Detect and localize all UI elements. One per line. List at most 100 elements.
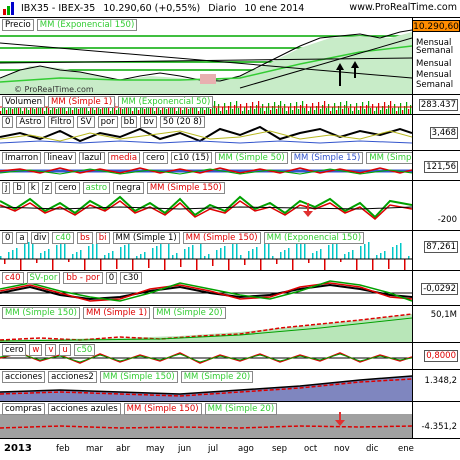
legend-item[interactable]: 50 (20 8) [159,116,205,128]
legend-item[interactable]: a [16,232,28,244]
histogram-bar [152,248,154,259]
legend-item[interactable]: w [29,344,43,356]
legend-item[interactable]: bv [140,116,157,128]
legend-item[interactable]: 0 [2,116,14,128]
legend-item[interactable]: MM (Simple 20) [204,403,278,415]
legend-item[interactable]: acciones2 [48,371,97,383]
legend-item[interactable]: Filtro [47,116,75,128]
legend-item[interactable]: MM (Simple 150) [123,403,202,415]
chart-header: IBX35 - IBEX-35 10.290,60 (+0,55%) Diari… [0,0,460,17]
legend-item[interactable]: k [27,182,39,194]
wvu-value: 0,8000 [424,350,458,362]
histogram-bar [116,259,118,269]
jbkz-panel[interactable]: j b k z cero astro negra MM (Simple 150) [0,180,412,230]
adiv-panel[interactable]: 0 a div c40 bs bi MM (Simple 1) MM (Simp… [0,230,412,270]
legend-item[interactable]: SV-por [26,272,61,284]
legend-volume[interactable]: Volumen [2,96,46,108]
legend-item[interactable]: div [30,232,50,244]
legend-item[interactable]: cero [2,344,27,356]
legend-ema50[interactable]: MM (Exponencial 50) [118,96,214,108]
legend-sma1[interactable]: MM (Simple 1) [48,96,116,108]
acciones-panel[interactable]: acciones acciones2 MM (Simple 150) MM (S… [0,369,412,401]
c40-panel[interactable]: c40 SV-por bb - por 0 c30 [0,270,412,305]
site-url[interactable]: www.ProRealTime.com [349,2,457,13]
histogram-bar [84,259,86,270]
legend-item[interactable]: MM (Simple 150) [2,307,80,319]
legend-item[interactable]: media [107,152,141,164]
adiv-value: 87,261 [424,241,458,253]
legend-item[interactable]: c50 [73,344,96,356]
legend-item[interactable]: 0 [105,272,118,284]
legend-item[interactable]: MM (Simple 50) [215,152,288,164]
axis-year: 2013 [4,443,32,454]
legend-price[interactable]: Precio [2,19,34,31]
histogram-bar [368,242,370,259]
legend-item[interactable]: cero [55,182,80,194]
volume-bar [266,107,268,114]
legend-item[interactable]: MM (Simple 15) [366,152,412,164]
compras-panel[interactable]: compras acciones azules MM (Simple 150) … [0,401,412,438]
mm-volume-panel[interactable]: MM (Simple 150) MM (Simple 1) MM (Simple… [0,305,412,342]
legend-item[interactable]: acciones [2,371,46,383]
legend-item[interactable]: bb [120,116,138,128]
legend-item[interactable]: bb - por [63,272,103,284]
histogram-bar [100,259,102,270]
legend-item[interactable]: Astro [16,116,45,128]
histogram-bar [196,259,198,270]
legend-item[interactable]: c40 [2,272,24,284]
legend-item[interactable]: b [13,182,25,194]
legend-item[interactable]: MM (Simple 1) [82,307,151,319]
legend-item[interactable]: c40 [52,232,74,244]
legend-item[interactable]: MM (Simple 15) [290,152,364,164]
legend-item[interactable]: lineav [44,152,76,164]
legend-item[interactable]: bi [95,232,110,244]
histogram-bar [156,246,158,259]
histogram-bar [12,250,14,259]
legend-item[interactable]: por [97,116,118,128]
legend-item[interactable]: compras [2,403,45,415]
wvu-panel[interactable]: cero w v u c50 [0,342,412,369]
imarron-panel[interactable]: Imarron lineav lazul media cero c10 (15)… [0,150,412,180]
volume-panel[interactable]: Volumen MM (Simple 1) MM (Exponencial 50… [0,94,412,114]
histogram-bar [300,242,302,259]
legend-item[interactable]: acciones azules [47,403,121,415]
histogram-bar [292,259,294,270]
legend-item[interactable]: 0 [2,232,14,244]
legend-item[interactable]: lazul [78,152,105,164]
legend-item[interactable]: c10 (15) [170,152,213,164]
level-label-mensual: Mensual [416,70,452,80]
legend-item[interactable]: MM (Simple 150) [182,232,261,244]
histogram-bar [380,253,382,259]
volume-bar [362,102,364,114]
histogram-bar [404,259,406,270]
legend-item[interactable]: Imarron [2,152,42,164]
histogram-bar [88,246,90,259]
axis-month: jul [208,444,219,454]
legend-item[interactable]: negra [113,182,144,194]
volume-bar [376,107,378,114]
legend-item[interactable]: z [41,182,53,194]
volume-bar [246,103,248,114]
legend-item[interactable]: u [59,344,71,356]
histogram-bar [288,248,290,259]
price-panel[interactable]: Precio MM (Exponencial 150) © ProRealTim… [0,17,412,94]
histogram-bar [112,251,114,259]
legend-item[interactable]: MM (Simple 1) [112,232,180,244]
legend-item[interactable]: MM (Simple 150) [99,371,178,383]
legend-item[interactable]: MM (Simple 150) [146,182,225,194]
legend-item[interactable]: MM (Simple 20) [180,371,254,383]
legend-item[interactable]: MM (Simple 20) [153,307,226,319]
legend-item[interactable]: cero [143,152,168,164]
legend-item[interactable]: v [45,344,57,356]
volume-bar [398,107,400,114]
legend-item[interactable]: SV [77,116,95,128]
legend-item[interactable]: astro [82,182,111,194]
histogram-bar [352,250,354,259]
histogram-bar [120,247,122,259]
legend-item[interactable]: bs [76,232,93,244]
legend-item[interactable]: j [2,182,11,194]
astro-panel[interactable]: 0 Astro Filtro SV por bb bv 50 (20 8) [0,114,412,150]
legend-item[interactable]: MM (Exponencial 150) [263,232,365,244]
legend-ema150[interactable]: MM (Exponencial 150) [36,19,138,31]
legend-item[interactable]: c30 [120,272,142,284]
